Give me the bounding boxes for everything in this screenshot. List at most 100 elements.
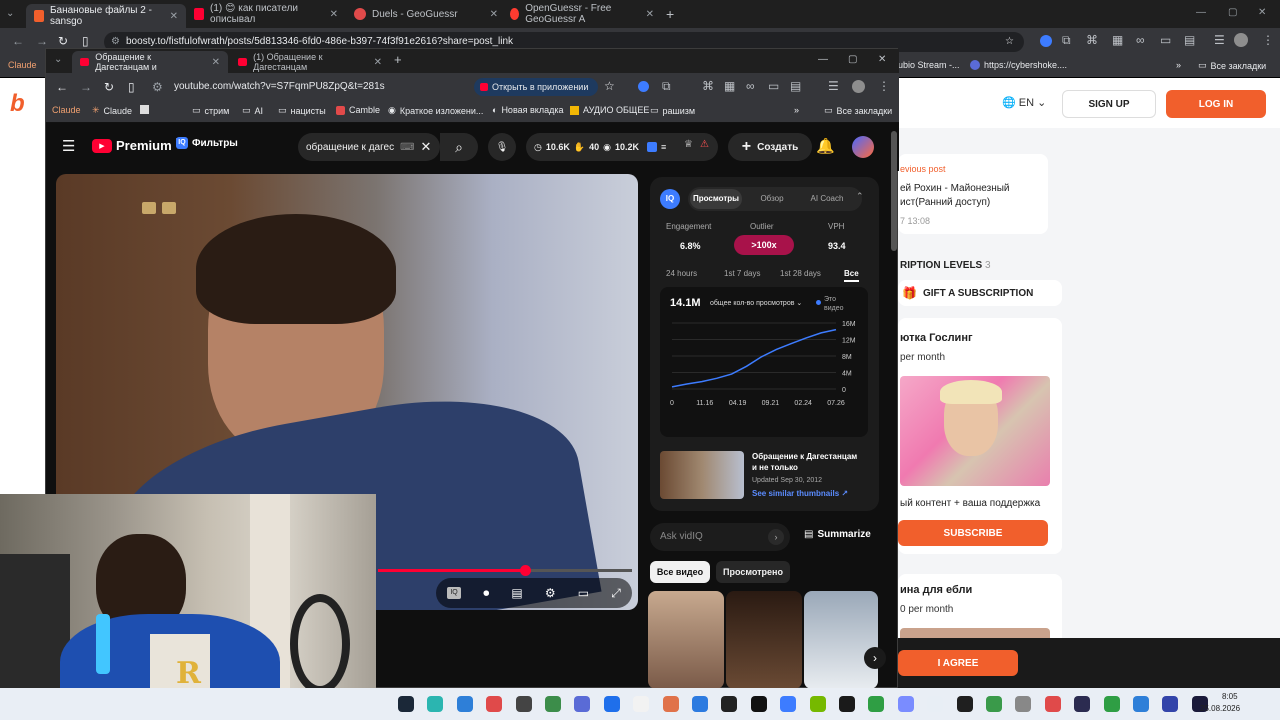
send-arrow-icon[interactable]: › — [768, 529, 784, 545]
reload-icon[interactable]: ↻ — [104, 80, 114, 94]
forward-icon[interactable]: → — [80, 80, 92, 94]
puzzle-icon[interactable]: ⧉ — [1062, 33, 1071, 48]
close-icon[interactable]: ✕ — [646, 9, 654, 20]
bookmarks-overflow-icon[interactable]: » — [794, 105, 799, 115]
page-scrollbar[interactable] — [891, 131, 897, 251]
bookmark-star-icon[interactable]: ☆ — [604, 79, 615, 93]
screen-icon[interactable]: ▭ — [1160, 33, 1171, 47]
reader-icon[interactable]: ▤ — [790, 79, 801, 93]
sign-up-button[interactable]: SIGN UP — [1062, 90, 1156, 118]
openai-icon[interactable] — [750, 696, 767, 712]
bookmarks-overflow-icon[interactable]: » — [1176, 60, 1181, 70]
grid-icon[interactable]: ▦ — [724, 79, 735, 93]
app-icon[interactable] — [662, 696, 679, 712]
close-icon[interactable]: ✕ — [330, 9, 338, 20]
period-24h[interactable]: 24 hours — [666, 269, 697, 278]
bookmark-audio[interactable]: АУДИО ОБЩЕЕ — [570, 105, 649, 115]
bookmark-claude[interactable]: Claude — [52, 105, 81, 115]
filters-button[interactable]: IQ Фильтры — [176, 137, 238, 149]
url-input[interactable]: youtube.com/watch?v=S7FqmPU8ZpQ&t=281s — [174, 81, 385, 92]
recommended-thumbnail-3[interactable] — [804, 591, 878, 689]
subscribe-button[interactable]: SUBSCRIBE — [898, 520, 1048, 546]
forward-icon[interactable]: → — [36, 34, 48, 48]
translate-icon[interactable]: ⌘ — [702, 79, 714, 93]
back-icon[interactable]: ← — [12, 34, 24, 48]
bookmark-summary[interactable]: ◉ Краткое изложени... — [388, 105, 483, 116]
puzzle-icon[interactable]: ⧉ — [662, 79, 671, 94]
theater-mode-icon[interactable]: ▭ — [578, 586, 589, 600]
collapse-chevron-icon[interactable]: ⌃ — [856, 191, 864, 202]
steam-icon[interactable] — [398, 696, 414, 712]
extension-icon[interactable] — [1040, 35, 1052, 47]
filter-chip-all[interactable]: Все видео — [650, 561, 710, 583]
reader-icon[interactable]: ▤ — [1184, 33, 1195, 47]
terminal-icon[interactable] — [515, 696, 532, 712]
maximize-icon[interactable]: ▢ — [1228, 7, 1237, 18]
bookmark-folder-10[interactable]: ▭ рашизм — [650, 105, 695, 116]
sidebar-icon[interactable]: ▯ — [128, 80, 135, 94]
app-icon[interactable] — [839, 696, 855, 712]
user-avatar[interactable] — [852, 136, 874, 158]
hamburger-menu-icon[interactable]: ☰ — [62, 137, 75, 155]
sidebar-icon[interactable]: ▯ — [82, 34, 89, 48]
nvidia-icon[interactable] — [809, 696, 826, 712]
app-icon[interactable] — [956, 696, 973, 712]
outer-tab-duels[interactable]: Duels - GeoGuessr ✕ — [346, 4, 506, 24]
open-in-app-button[interactable]: Открыть в приложении — [474, 78, 598, 96]
app-icon[interactable] — [986, 696, 1002, 712]
site-info-icon[interactable]: ⚙ — [152, 80, 163, 94]
app-icon[interactable] — [780, 696, 797, 712]
period-7d[interactable]: 1st 7 days — [724, 269, 760, 278]
screen-icon[interactable]: ▭ — [768, 79, 779, 93]
inner-tab-video-2[interactable]: (1) Обращение к Дагестанцам ✕ — [230, 51, 390, 73]
agree-button[interactable]: I AGREE — [898, 650, 1018, 676]
app-icon[interactable] — [1015, 696, 1032, 712]
search-input[interactable]: обращение к дагес ⌨ ✕ — [298, 133, 440, 161]
app-icon[interactable] — [574, 696, 591, 712]
bookmark-ai[interactable]: ▭ AI — [242, 105, 263, 116]
bookmark-stream[interactable]: ▭ стрим — [192, 105, 229, 116]
app-icon[interactable] — [486, 696, 503, 712]
youtube-logo[interactable]: ▶ Premium UA — [92, 138, 185, 153]
premiere-icon[interactable] — [1162, 696, 1179, 712]
bookmark-blank[interactable] — [140, 105, 149, 114]
list-icon[interactable]: ☰ — [1214, 33, 1225, 47]
app-icon[interactable] — [721, 696, 738, 712]
outer-tab-openguessr[interactable]: OpenGuessr - Free GeoGuessr A ✕ — [502, 3, 662, 25]
bookmark-new-tab[interactable]: ◐ Новая вкладка — [492, 105, 563, 115]
bookmark-cybershoke[interactable]: https://cybershoke.... — [970, 60, 1067, 70]
window-close-icon[interactable]: ✕ — [878, 54, 886, 65]
menu-dots-icon[interactable]: ⋮ — [1262, 33, 1274, 47]
app-icon[interactable] — [1103, 696, 1120, 712]
back-icon[interactable]: ← — [56, 80, 68, 94]
clear-search-icon[interactable]: ✕ — [421, 139, 432, 155]
reload-icon[interactable]: ↻ — [58, 34, 68, 48]
app-icon[interactable] — [545, 696, 561, 712]
next-chevron-icon[interactable]: › — [864, 647, 886, 669]
recommended-thumbnail-2[interactable] — [726, 591, 802, 689]
app-icon[interactable] — [427, 696, 444, 712]
bookmark-star-icon[interactable]: ☆ — [1005, 32, 1014, 52]
settings-gear-icon[interactable]: ⚙ — [545, 586, 556, 600]
filter-chip-watched[interactable]: Просмотрено — [716, 561, 790, 583]
bookmark-claude[interactable]: Claude — [8, 60, 37, 70]
vidiq-player-icon[interactable]: IQ — [447, 587, 462, 599]
period-28d[interactable]: 1st 28 days — [780, 269, 821, 278]
tab-ai-coach[interactable]: AI Coach — [798, 189, 856, 209]
summarize-button[interactable]: ▤ Summarize — [804, 529, 871, 540]
app-icon[interactable] — [1133, 696, 1149, 712]
minimize-icon[interactable]: — — [818, 54, 828, 65]
window-close-icon[interactable]: ✕ — [1258, 7, 1266, 18]
profile-avatar[interactable] — [852, 80, 865, 93]
similar-thumbnails-link[interactable]: See similar thumbnails ↗ — [752, 489, 848, 498]
bookmark-stream[interactable]: ubio Stream -... — [898, 60, 960, 70]
alert-icon[interactable]: ⚠ — [700, 139, 709, 150]
gift-subscription-button[interactable]: 🎁 GIFT A SUBSCRIPTION — [898, 280, 1062, 306]
language-selector[interactable]: 🌐 EN ⌄ — [1002, 96, 1046, 109]
app-icon[interactable] — [1074, 696, 1091, 712]
all-bookmarks[interactable]: ▭ Все закладки — [824, 105, 892, 116]
link-icon[interactable]: ∞ — [746, 79, 755, 93]
fullscreen-icon[interactable]: ⤢ — [611, 586, 621, 601]
list-icon[interactable]: ☰ — [828, 79, 839, 93]
app-icon[interactable] — [868, 696, 885, 712]
